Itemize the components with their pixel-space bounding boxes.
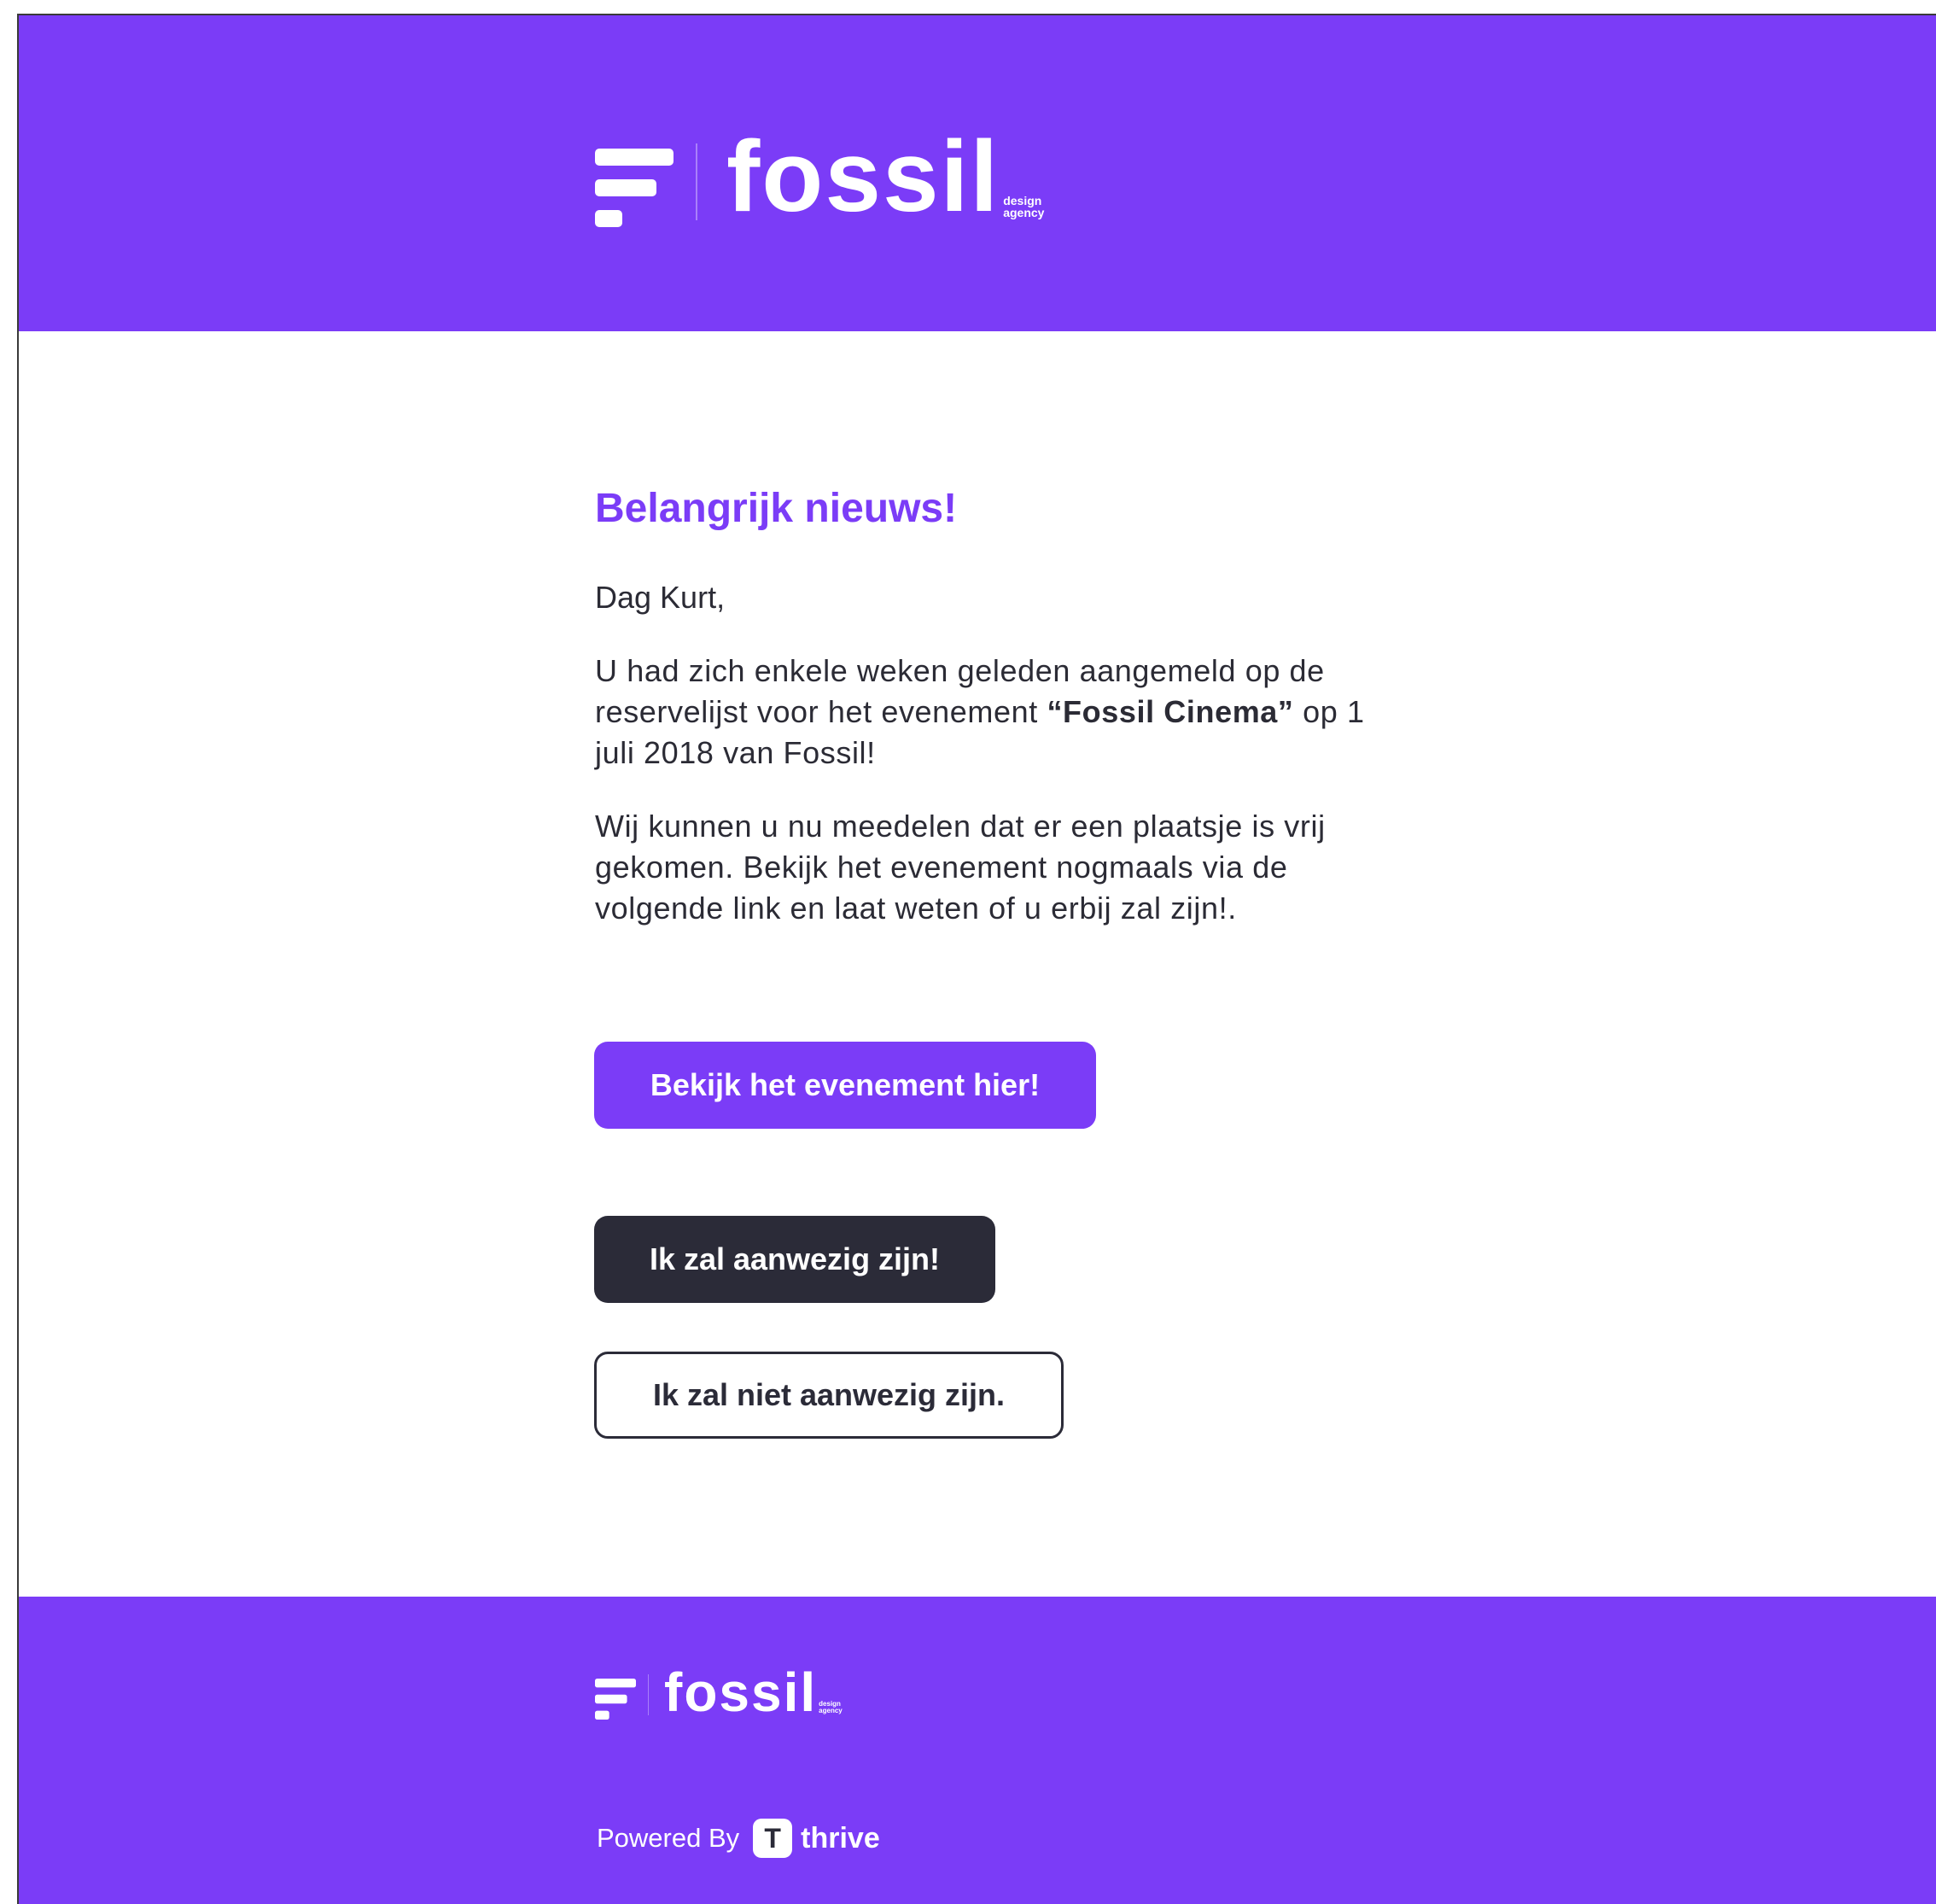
paragraph-availability: Wij kunnen u nu meedelen dat er een plaa… (595, 809, 1326, 926)
logo-tagline-agency: agency (1003, 206, 1045, 219)
email-header: fossil design agency (19, 15, 1936, 331)
logo-tagline: design agency (1003, 195, 1044, 219)
greeting: Dag Kurt, (595, 580, 726, 615)
logo-wordmark: fossil (726, 120, 1000, 233)
fossil-logo: fossil design agency (595, 126, 1044, 227)
page-title: Belangrijk nieuws! (595, 486, 958, 531)
thrive-logo-icon: T (753, 1819, 793, 1858)
logo-divider (696, 143, 697, 220)
powered-by-label: Powered By (597, 1823, 740, 1853)
attend-button[interactable]: Ik zal aanwezig zijn! (594, 1216, 995, 1303)
email-body: Belangrijk nieuws! Dag Kurt, U had zich … (595, 483, 1406, 929)
footer-logo-wordmark: fossil (664, 1662, 818, 1723)
event-name: “Fossil Cinema” (1047, 694, 1294, 729)
thrive-wordmark: thrive (801, 1821, 880, 1854)
fossil-mark-icon (595, 149, 674, 227)
email-footer (19, 1597, 1936, 1904)
email-frame: fossil design agency Belangrijk nieuws! … (17, 14, 1936, 1904)
footer-logo-tagline-agency: agency (819, 1707, 843, 1714)
not-attend-button[interactable]: Ik zal niet aanwezig zijn. (594, 1352, 1064, 1439)
footer-logo-tagline: design agency (819, 1701, 843, 1714)
footer-logo-divider (648, 1674, 649, 1715)
footer-fossil-logo: fossil design agency (595, 1665, 843, 1720)
logo-tagline-design: design (1003, 194, 1042, 207)
paragraph-reservation: U had zich enkele weken geleden aangemel… (595, 651, 1406, 774)
footer-fossil-mark-icon (595, 1679, 636, 1720)
view-event-button[interactable]: Bekijk het evenement hier! (594, 1042, 1096, 1129)
powered-by-thrive[interactable]: Powered By T thrive (597, 1819, 880, 1858)
